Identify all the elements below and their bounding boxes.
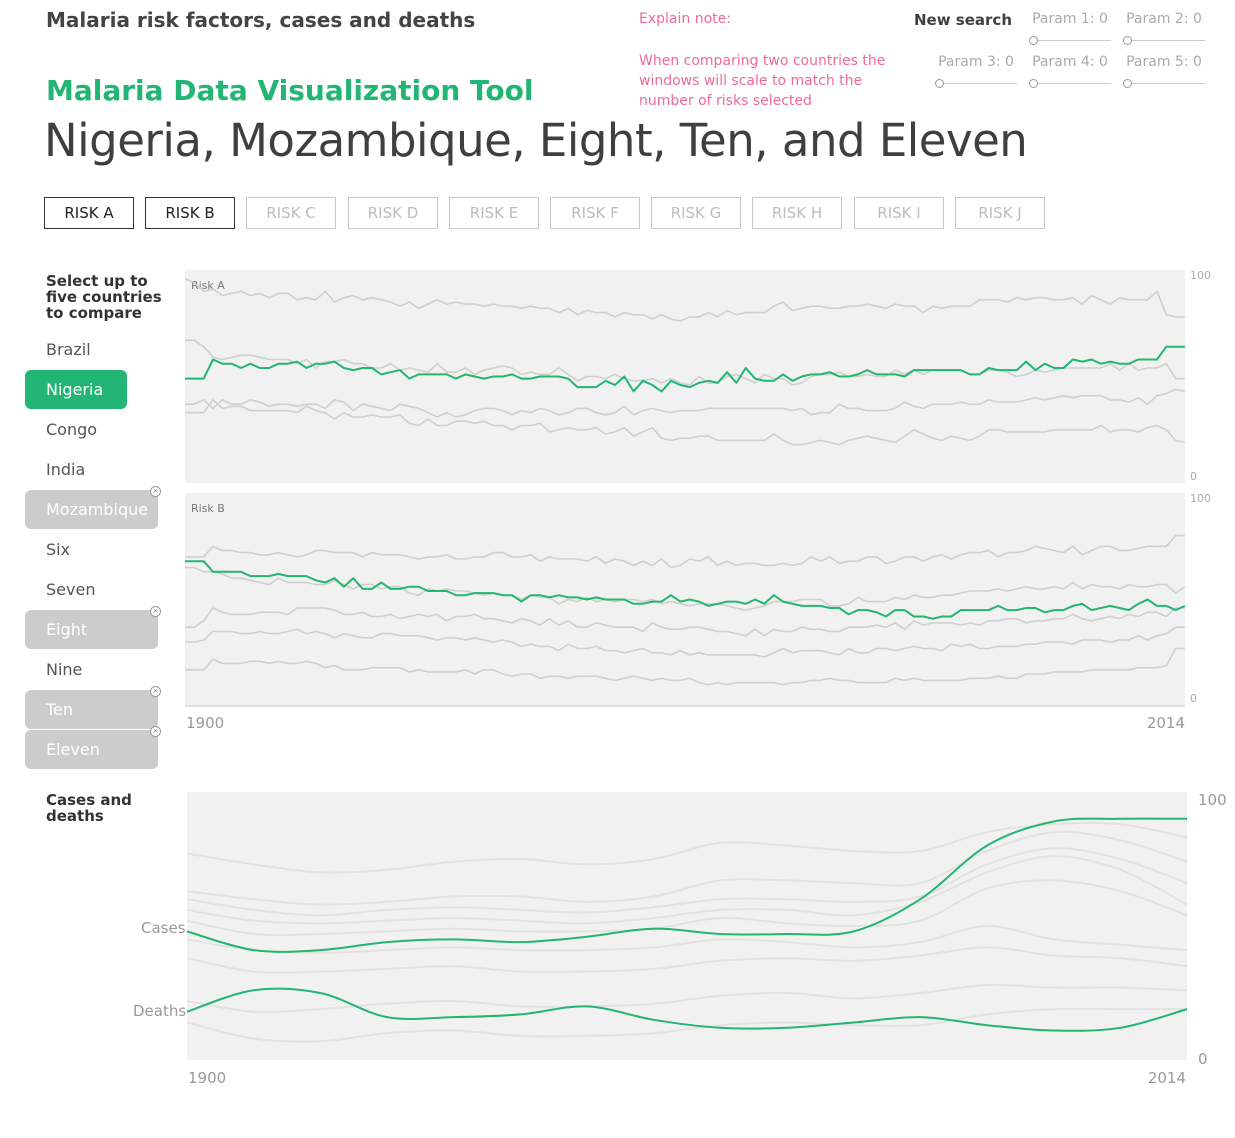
risk-b-panel-title: Risk B (191, 502, 225, 515)
cases-ymax-label: 100 (1198, 791, 1227, 809)
cases-ymin-label: 0 (1198, 1050, 1208, 1068)
risk-b-ymax-label: 100 (1190, 492, 1211, 505)
cases-x-start-label: 1900 (188, 1069, 226, 1087)
risk-x-start-label: 1900 (186, 714, 224, 732)
risk-a-ymax-label: 100 (1190, 269, 1211, 282)
risk-a-ymin-label: 0 (1190, 470, 1197, 483)
cases-deaths-chart: 100 0 1900 2014 (186, 791, 1227, 1087)
cases-deaths-panel (187, 792, 1187, 1060)
cases-x-end-label: 2014 (1148, 1069, 1186, 1087)
risk-b-ymin-label: 0 (1190, 692, 1197, 705)
risk-charts: Risk A Risk B 100 0 100 0 1900 2014 (184, 269, 1211, 732)
risk-x-end-label: 2014 (1147, 714, 1185, 732)
